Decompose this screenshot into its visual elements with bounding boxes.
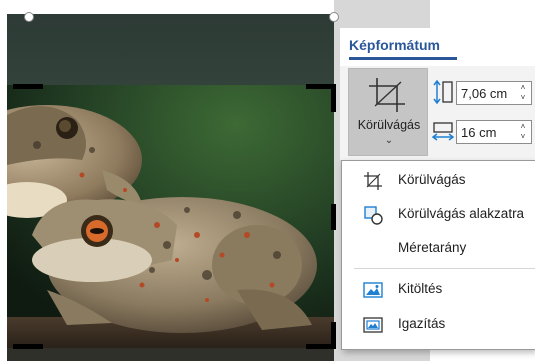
menu-item-crop[interactable]: Körülvágás [342, 163, 535, 197]
shape-height-input[interactable]: 7,06 cm ˄ ˅ [456, 81, 532, 105]
menu-item-label: Körülvágás alakzatra [398, 206, 525, 221]
shape-height-icon [433, 80, 453, 104]
spin-down-icon[interactable]: ˅ [518, 132, 528, 142]
cropped-away-area-top [7, 14, 334, 85]
menu-item-label: Igazítás [398, 316, 446, 331]
crop-icon [364, 172, 382, 190]
fit-picture-icon [363, 317, 383, 333]
menu-item-crop-to-shape[interactable]: Körülvágás alakzatra [342, 197, 535, 231]
tab-title: Képformátum [349, 37, 441, 53]
menu-item-label: Körülvágás [398, 172, 466, 187]
menu-separator [354, 268, 535, 269]
height-spin-buttons[interactable]: ˄ ˅ [518, 83, 528, 103]
shape-height-value: 7,06 cm [461, 86, 508, 101]
menu-item-label: Kitöltés [398, 281, 443, 296]
resize-handle-top-left[interactable] [24, 12, 34, 22]
fill-picture-icon [363, 282, 383, 298]
picture-format-tab[interactable]: Képformátum [340, 28, 535, 66]
crop-handle-bottom-right-vertical[interactable] [331, 322, 336, 349]
crop-handle-top-right-vertical[interactable] [331, 84, 336, 112]
menu-item-label: Méretarány [398, 240, 467, 255]
crop-dropdown-menu: Körülvágás Körülvágás alakzatra Méretará… [341, 160, 535, 350]
shape-width-input[interactable]: 16 cm ˄ ˅ [456, 120, 532, 144]
crop-handle-bottom-left[interactable] [13, 344, 43, 349]
crop-handle-middle-right[interactable] [331, 204, 336, 230]
spin-down-icon[interactable]: ˅ [518, 93, 528, 103]
shape-width-icon [432, 122, 454, 141]
toad-picture[interactable] [7, 85, 334, 348]
crop-button-label: Körülvágás [357, 118, 421, 132]
resize-handle-top-right[interactable] [329, 12, 339, 22]
width-spin-buttons[interactable]: ˄ ˅ [518, 122, 528, 142]
spin-up-icon[interactable]: ˄ [518, 122, 528, 132]
active-tab-indicator [349, 57, 457, 60]
crop-button[interactable]: Körülvágás ⌄ [348, 68, 428, 156]
crop-icon [369, 78, 405, 112]
toad-illustration [7, 85, 334, 348]
menu-item-aspect-ratio[interactable]: Méretarány [342, 231, 535, 265]
menu-item-fill[interactable]: Kitöltés [342, 272, 535, 306]
spin-up-icon[interactable]: ˄ [518, 83, 528, 93]
crop-handle-top-left[interactable] [13, 84, 43, 89]
chevron-down-icon[interactable]: ⌄ [349, 135, 429, 146]
crop-to-shape-icon [364, 206, 383, 225]
menu-item-fit[interactable]: Igazítás [342, 307, 535, 341]
shape-width-value: 16 cm [461, 125, 497, 140]
